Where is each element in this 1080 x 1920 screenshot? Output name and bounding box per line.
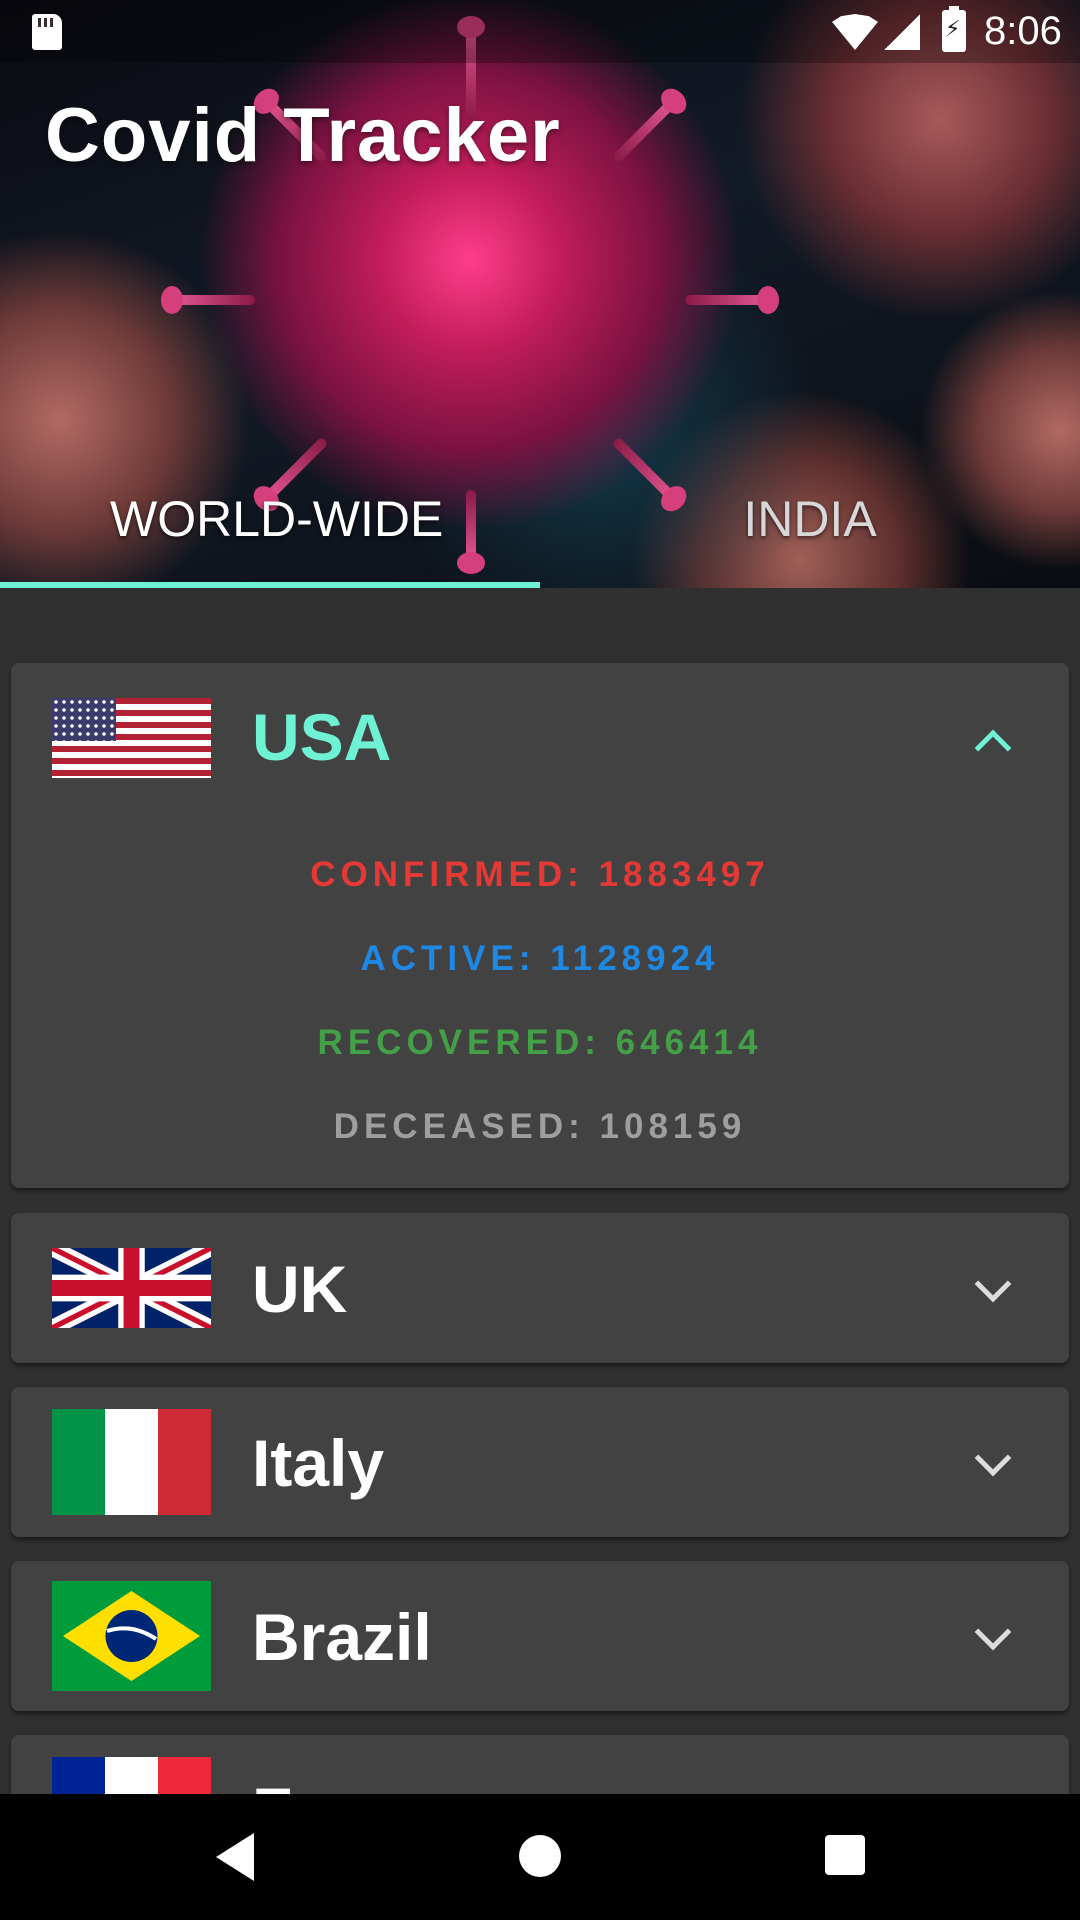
country-card-france[interactable]: France xyxy=(11,1735,1069,1794)
france-flag-icon xyxy=(52,1757,211,1794)
usa-flag-icon xyxy=(52,698,211,778)
battery-charging-icon xyxy=(942,6,966,52)
deceased-stat: DECEASED: 108159 xyxy=(333,1107,747,1146)
home-icon[interactable] xyxy=(519,1835,561,1877)
wifi-icon xyxy=(832,14,878,50)
uk-flag-icon xyxy=(52,1248,211,1328)
country-name: France xyxy=(252,1773,468,1794)
recents-icon[interactable] xyxy=(825,1835,865,1875)
country-card-brazil[interactable]: Brazil xyxy=(11,1561,1069,1711)
italy-flag-icon xyxy=(52,1409,211,1515)
tab-world-wide[interactable]: WORLD-WIDE xyxy=(0,490,540,548)
app-title: Covid Tracker xyxy=(45,93,561,178)
sd-card-icon xyxy=(32,14,62,50)
country-name: Brazil xyxy=(252,1600,432,1674)
status-clock: 8:06 xyxy=(984,9,1062,53)
active-stat: ACTIVE: 1128924 xyxy=(360,939,720,978)
country-name: Italy xyxy=(252,1426,385,1500)
header-banner: 8:06 Covid Tracker WORLD-WIDE INDIA xyxy=(0,0,1080,588)
chevron-down-icon[interactable] xyxy=(974,1265,1012,1303)
country-list[interactable]: USA CONFIRMED: 1883497 ACTIVE: 1128924 R… xyxy=(0,588,1080,1794)
country-card-uk[interactable]: UK xyxy=(11,1213,1069,1363)
virus-spike xyxy=(611,99,676,164)
system-nav-bar xyxy=(0,1794,1080,1920)
virus-spike xyxy=(685,295,765,305)
back-icon[interactable] xyxy=(216,1833,254,1881)
recovered-stat: RECOVERED: 646414 xyxy=(317,1023,763,1062)
chevron-down-icon[interactable] xyxy=(974,1613,1012,1651)
brazil-flag-icon xyxy=(52,1581,211,1691)
status-bar: 8:06 xyxy=(0,0,1080,63)
signal-icon xyxy=(884,14,920,50)
country-name: USA xyxy=(252,700,392,774)
country-card-usa[interactable]: USA CONFIRMED: 1883497 ACTIVE: 1128924 R… xyxy=(11,663,1069,1188)
tab-india[interactable]: INDIA xyxy=(540,490,1080,548)
chevron-down-icon[interactable] xyxy=(974,1439,1012,1477)
confirmed-stat: CONFIRMED: 1883497 xyxy=(310,855,770,894)
country-name: UK xyxy=(252,1252,348,1326)
chevron-up-icon[interactable] xyxy=(974,729,1012,767)
country-card-italy[interactable]: Italy xyxy=(11,1387,1069,1537)
virus-spike xyxy=(175,295,255,305)
